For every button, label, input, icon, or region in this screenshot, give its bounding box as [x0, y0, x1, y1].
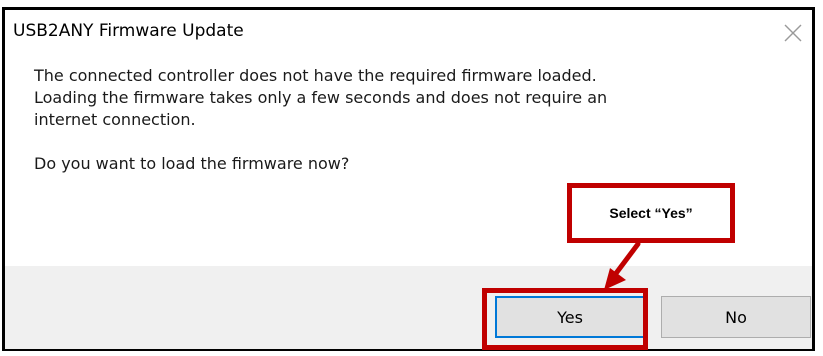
question-text: Do you want to load the firmware now? — [34, 154, 350, 173]
screenshot: USB2ANY Firmware Update The connected co… — [0, 0, 823, 356]
close-icon[interactable] — [778, 18, 808, 48]
title-bar: USB2ANY Firmware Update — [5, 10, 812, 62]
select-yes-callout: Select “Yes” — [567, 183, 735, 243]
message-line: The connected controller does not have t… — [34, 66, 597, 85]
dialog-title: USB2ANY Firmware Update — [13, 21, 244, 41]
message-line: internet connection. — [34, 110, 196, 129]
firmware-update-dialog: USB2ANY Firmware Update The connected co… — [2, 7, 815, 351]
no-button[interactable]: No — [661, 296, 811, 338]
yes-button[interactable]: Yes — [495, 296, 645, 338]
dialog-message: The connected controller does not have t… — [34, 65, 794, 175]
message-line: Loading the firmware takes only a few se… — [34, 88, 608, 107]
